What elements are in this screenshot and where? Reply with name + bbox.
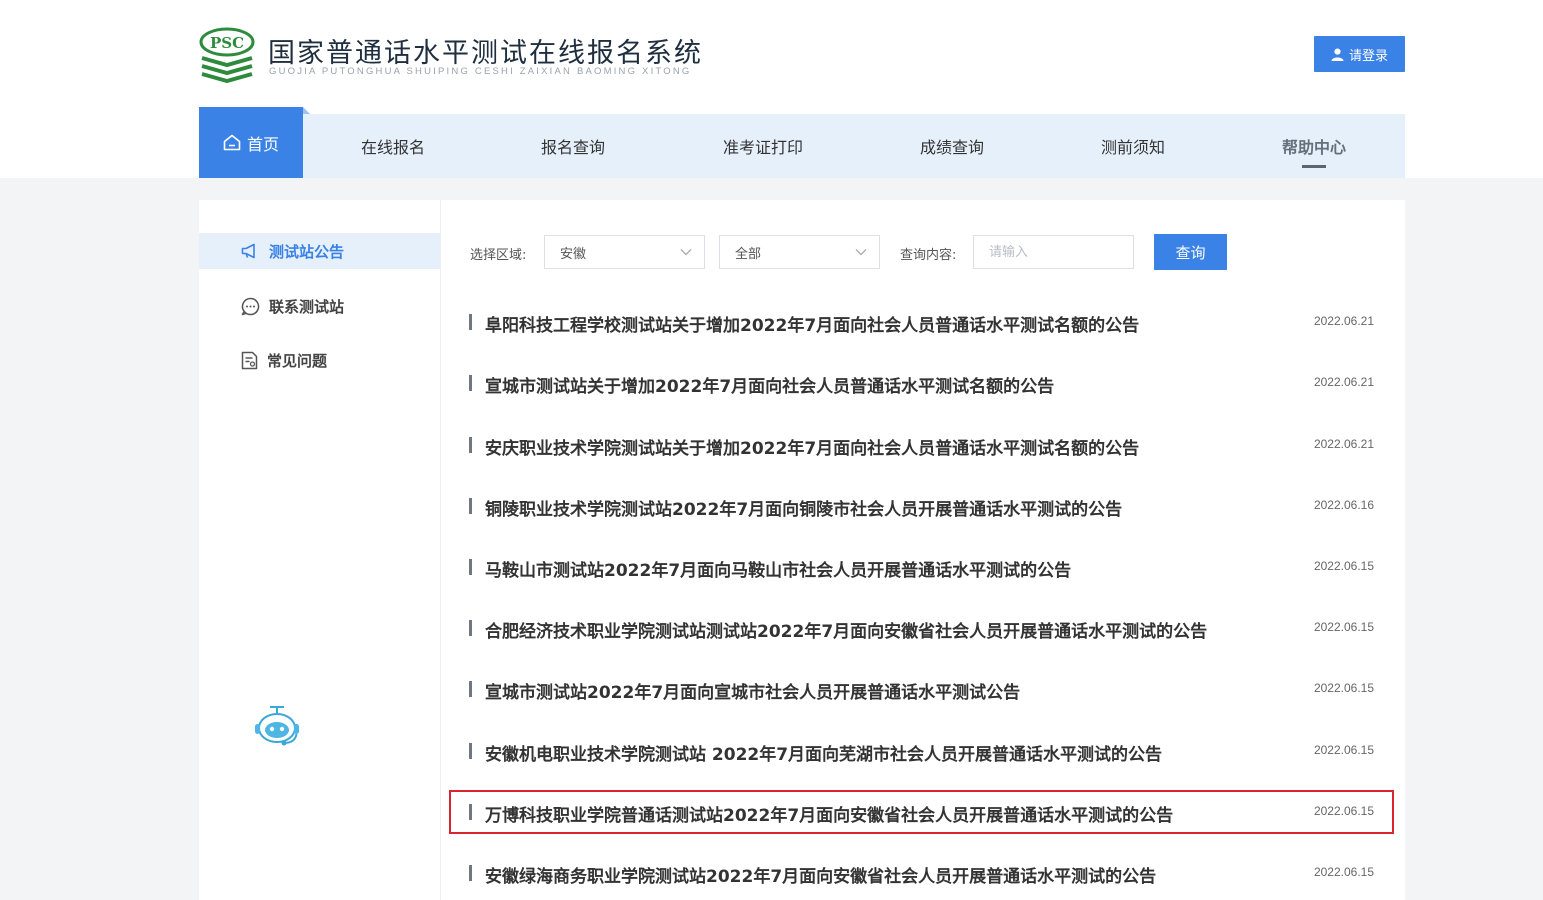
psc-logo: PSC xyxy=(199,27,255,84)
announcement-title[interactable]: 马鞍山市测试站2022年7月面向马鞍山市社会人员开展普通话水平测试的公告 xyxy=(485,556,1071,581)
nav-help-center[interactable]: 帮助中心 xyxy=(1249,114,1379,178)
chat-icon xyxy=(241,297,260,315)
announcement-date: 2022.06.21 xyxy=(1313,437,1374,451)
announcement-date: 2022.06.15 xyxy=(1313,620,1374,634)
row-marker xyxy=(469,681,472,697)
nav-active-underline xyxy=(1302,165,1326,168)
announcement-date: 2022.06.16 xyxy=(1313,498,1374,512)
login-label: 请登录 xyxy=(1348,48,1388,64)
category-select[interactable]: 全部 xyxy=(719,235,880,269)
announcement-date: 2022.06.21 xyxy=(1313,314,1374,328)
row-marker xyxy=(469,559,472,575)
announcement-title[interactable]: 阜阳科技工程学校测试站关于增加2022年7月面向社会人员普通话水平测试名额的公告 xyxy=(485,311,1139,336)
region-select-value: 安徽 xyxy=(560,246,587,262)
nav-help-label: 帮助中心 xyxy=(1281,138,1346,157)
home-icon xyxy=(223,134,241,151)
content-card: 测试站公告 联系测试站 常见问题 选择区域: 安徽 全部 查询内容: 请输入 查… xyxy=(199,200,1405,900)
megaphone-icon xyxy=(241,243,255,259)
announcement-row[interactable]: 铜陵职业技术学院测试站2022年7月面向铜陵市社会人员开展普通话水平测试的公告 … xyxy=(449,484,1394,528)
sidebar-item-contact[interactable]: 联系测试站 xyxy=(199,288,440,324)
announcement-date: 2022.06.15 xyxy=(1313,559,1374,573)
row-marker xyxy=(469,743,472,759)
site-title: 国家普通话水平测试在线报名系统 xyxy=(268,38,703,69)
sidebar: 测试站公告 联系测试站 常见问题 xyxy=(199,200,441,900)
row-marker xyxy=(469,314,472,330)
chevron-down-icon xyxy=(855,249,867,256)
region-select[interactable]: 安徽 xyxy=(544,235,705,269)
chevron-down-icon xyxy=(680,249,692,256)
sidebar-item-announcements[interactable]: 测试站公告 xyxy=(199,233,440,269)
search-button[interactable]: 查询 xyxy=(1154,234,1227,270)
site-subtitle: GUOJIA PUTONGHUA SHUIPING CESHI ZAIXIAN … xyxy=(269,66,692,77)
nav-home-label: 首页 xyxy=(246,134,279,154)
announcement-row[interactable]: 宣城市测试站关于增加2022年7月面向社会人员普通话水平测试名额的公告 2022… xyxy=(449,361,1394,405)
row-marker xyxy=(469,498,472,514)
sidebar-item-faq[interactable]: 常见问题 xyxy=(199,342,440,378)
announcement-title[interactable]: 万博科技职业学院普通话测试站2022年7月面向安徽省社会人员开展普通话水平测试的… xyxy=(485,801,1173,826)
announcement-date: 2022.06.15 xyxy=(1313,804,1374,818)
row-marker xyxy=(469,865,472,881)
announcement-title[interactable]: 合肥经济技术职业学院测试站测试站2022年7月面向安徽省社会人员开展普通话水平测… xyxy=(485,617,1207,642)
announcement-row[interactable]: 阜阳科技工程学校测试站关于增加2022年7月面向社会人员普通话水平测试名额的公告… xyxy=(449,300,1394,344)
nav-register-query[interactable]: 报名查询 xyxy=(508,114,638,178)
row-marker xyxy=(469,375,472,391)
nav-score-query[interactable]: 成绩查询 xyxy=(887,114,1017,178)
announcement-title[interactable]: 铜陵职业技术学院测试站2022年7月面向铜陵市社会人员开展普通话水平测试的公告 xyxy=(485,495,1122,520)
announcement-date: 2022.06.21 xyxy=(1313,375,1374,389)
row-marker xyxy=(469,620,472,636)
sidebar-item-label: 测试站公告 xyxy=(269,242,345,261)
nav-home-fold xyxy=(303,107,310,114)
announcement-date: 2022.06.15 xyxy=(1313,681,1374,695)
announcement-title[interactable]: 安徽机电职业技术学院测试站 2022年7月面向芜湖市社会人员开展普通话水平测试的… xyxy=(485,740,1162,765)
query-label: 查询内容: xyxy=(900,248,957,263)
nav-pretest-notice[interactable]: 测前须知 xyxy=(1068,114,1198,178)
announcement-title[interactable]: 宣城市测试站2022年7月面向宣城市社会人员开展普通话水平测试公告 xyxy=(485,678,1020,703)
row-marker xyxy=(469,437,472,453)
sidebar-item-label: 联系测试站 xyxy=(269,297,345,316)
announcement-title[interactable]: 宣城市测试站关于增加2022年7月面向社会人员普通话水平测试名额的公告 xyxy=(485,372,1054,397)
sidebar-item-label: 常见问题 xyxy=(267,351,328,370)
announcement-row[interactable]: 宣城市测试站2022年7月面向宣城市社会人员开展普通话水平测试公告 2022.0… xyxy=(449,667,1394,711)
logo-text: PSC xyxy=(210,34,244,52)
login-button[interactable]: 请登录 xyxy=(1314,36,1405,72)
nav-home[interactable]: 首页 xyxy=(199,107,303,178)
document-icon xyxy=(241,351,258,369)
announcement-row[interactable]: 安徽绿海商务职业学院测试站2022年7月面向安徽省社会人员开展普通话水平测试的公… xyxy=(449,851,1394,895)
announcement-row[interactable]: 安徽机电职业技术学院测试站 2022年7月面向芜湖市社会人员开展普通话水平测试的… xyxy=(449,729,1394,773)
announcement-date: 2022.06.15 xyxy=(1313,743,1374,757)
announcement-row[interactable]: 安庆职业技术学院测试站关于增加2022年7月面向社会人员普通话水平测试名额的公告… xyxy=(449,423,1394,467)
nav-online-register[interactable]: 在线报名 xyxy=(328,114,458,178)
region-label: 选择区域: xyxy=(470,248,527,263)
main-nav: 首页 在线报名 报名查询 准考证打印 成绩查询 测前须知 帮助中心 xyxy=(199,107,1405,178)
announcement-date: 2022.06.15 xyxy=(1313,865,1374,879)
chatbot-robot-icon[interactable] xyxy=(251,705,303,749)
announcement-row[interactable]: 合肥经济技术职业学院测试站测试站2022年7月面向安徽省社会人员开展普通话水平测… xyxy=(449,606,1394,650)
query-input[interactable] xyxy=(973,235,1134,269)
user-icon xyxy=(1331,48,1344,61)
category-select-value: 全部 xyxy=(735,246,762,262)
nav-admission-print[interactable]: 准考证打印 xyxy=(688,114,838,178)
announcement-title[interactable]: 安庆职业技术学院测试站关于增加2022年7月面向社会人员普通话水平测试名额的公告 xyxy=(485,434,1139,459)
row-marker xyxy=(469,804,472,820)
announcement-row[interactable]: 马鞍山市测试站2022年7月面向马鞍山市社会人员开展普通话水平测试的公告 202… xyxy=(449,545,1394,589)
announcement-row-highlighted[interactable]: 万博科技职业学院普通话测试站2022年7月面向安徽省社会人员开展普通话水平测试的… xyxy=(449,790,1394,834)
